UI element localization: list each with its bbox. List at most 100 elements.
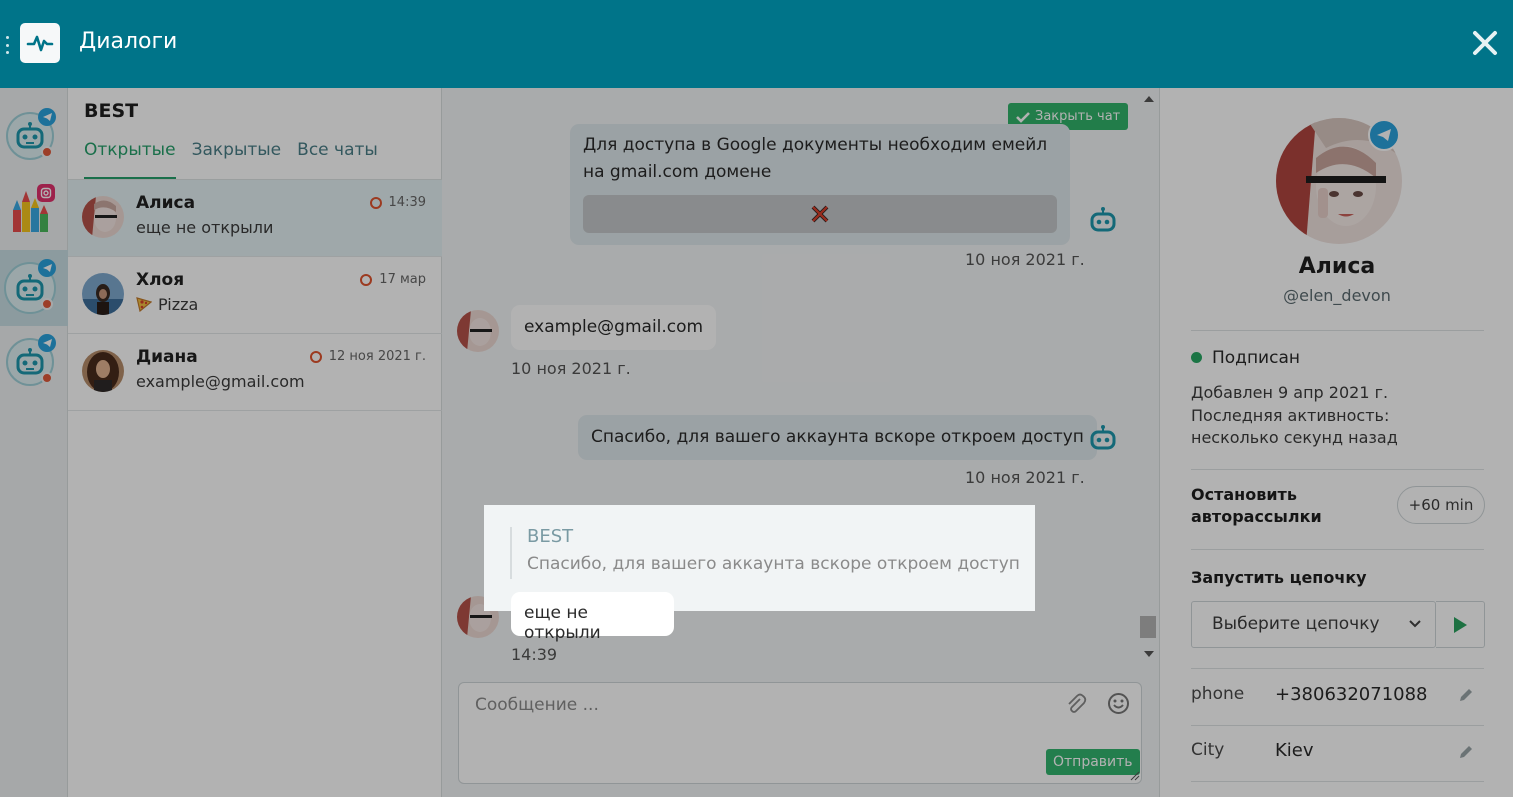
message-time: 10 ноя 2021 г. <box>965 250 1085 269</box>
telegram-icon <box>38 334 56 352</box>
message-time: 10 ноя 2021 г. <box>965 468 1085 487</box>
top-bar: Диалоги <box>0 0 1513 88</box>
close-chat-label: Закрыть чат <box>1035 109 1121 124</box>
chat-list-item[interactable]: Диана example@gmail.com 12 ноя 2021 г. <box>68 334 442 411</box>
pencil-icon[interactable] <box>1458 744 1474 760</box>
status-ring-icon <box>360 273 373 286</box>
chat-name: Диана <box>136 347 198 367</box>
message-time: 10 ноя 2021 г. <box>511 359 631 378</box>
chevron-down-icon <box>1409 620 1421 628</box>
chat-last-text: Pizza <box>158 295 199 314</box>
channel-item[interactable] <box>0 174 68 250</box>
scroll-up-icon[interactable] <box>1144 96 1154 102</box>
chat-name: Алиса <box>136 193 196 213</box>
emoji-icon[interactable] <box>1107 692 1130 715</box>
message-bubble: example@gmail.com <box>511 305 717 350</box>
subscription-status: Подписан <box>1212 348 1300 368</box>
divider <box>1191 725 1484 726</box>
avatar <box>82 273 124 315</box>
message-bubble: Для доступа в Google документы необходим… <box>570 124 1070 245</box>
chat-time-text: 14:39 <box>388 195 426 210</box>
unread-dot <box>41 146 53 158</box>
tab-all[interactable]: Все чаты <box>297 140 378 180</box>
chat-time: 14:39 <box>369 195 426 210</box>
menu-dots-icon[interactable] <box>6 36 10 54</box>
field-label: City <box>1191 740 1225 760</box>
divider <box>1191 330 1484 331</box>
status-ring-icon <box>309 350 322 363</box>
chat-last-message: example@gmail.com <box>136 372 305 391</box>
last-activity-label: Последняя активность: <box>1191 406 1390 425</box>
field-label: phone <box>1191 684 1245 704</box>
channel-item[interactable] <box>0 250 68 326</box>
avatar <box>457 310 499 352</box>
run-chain-button[interactable] <box>1436 601 1485 648</box>
message-time: 14:39 <box>511 645 558 664</box>
chat-list-item[interactable]: Алиса еще не открыли 14:39 <box>68 180 442 257</box>
message-text: еще не открыли <box>524 603 601 643</box>
message-text: Спасибо, для вашего аккаунта вскоре откр… <box>591 427 1084 447</box>
message-composer[interactable]: Сообщение ... Отправить <box>458 682 1142 784</box>
channel-item[interactable] <box>0 98 68 174</box>
chain-select-value: Выберите цепочку <box>1212 614 1380 634</box>
status-dot <box>1191 352 1202 363</box>
scrollbar-thumb[interactable] <box>1140 616 1156 638</box>
channel-item[interactable] <box>0 324 68 400</box>
bot-icon <box>1090 207 1116 232</box>
chain-label: Запустить цепочку <box>1191 568 1367 587</box>
channels-sidebar <box>0 88 68 797</box>
attach-icon[interactable] <box>1065 693 1087 715</box>
chat-time-text: 12 ноя 2021 г. <box>328 349 426 364</box>
unread-dot <box>41 298 53 310</box>
chat-last-message: еще не открыли <box>136 218 274 237</box>
play-icon <box>1454 616 1467 633</box>
message-text: example@gmail.com <box>524 317 704 337</box>
instagram-icon <box>37 184 55 202</box>
pencil-icon[interactable] <box>1458 687 1474 703</box>
message-input[interactable]: Сообщение ... <box>475 695 599 715</box>
telegram-icon <box>38 259 56 277</box>
check-icon <box>1016 111 1030 123</box>
avatar <box>82 350 124 392</box>
added-date: Добавлен 9 апр 2021 г. <box>1191 383 1389 402</box>
pulse-icon <box>26 35 54 52</box>
plus-60-button[interactable]: +60 min <box>1397 486 1485 524</box>
profile-panel: Алиса @elen_devon Подписан Добавлен 9 ап… <box>1159 88 1513 797</box>
chat-list-item[interactable]: Хлоя Pizza 17 мар <box>68 257 442 334</box>
chat-time: 17 мар <box>360 272 426 287</box>
tab-open[interactable]: Открытые <box>84 140 176 180</box>
scroll-down-icon[interactable] <box>1144 651 1154 657</box>
broken-image[interactable] <box>583 195 1057 233</box>
app-logo <box>20 23 60 63</box>
divider <box>1191 668 1484 669</box>
quote-title: BEST <box>527 526 574 547</box>
chat-area: Закрыть чат Для доступа в Google докумен… <box>442 88 1159 797</box>
workspace-name: BEST <box>84 100 139 122</box>
chat-tabs: Открытые Закрытые Все чаты <box>84 140 394 180</box>
chat-name: Хлоя <box>136 270 185 290</box>
status-ring-icon <box>369 196 382 209</box>
profile-name: Алиса <box>1298 254 1376 279</box>
divider <box>1191 549 1484 550</box>
quote-text: Спасибо, для вашего аккаунта вскоре откр… <box>527 554 1020 574</box>
telegram-icon <box>38 108 56 126</box>
field-value: +380632071088 <box>1275 684 1428 705</box>
avatar <box>82 196 124 238</box>
stop-broadcast-label: Остановить авторассылки <box>1191 485 1322 526</box>
bot-icon <box>1090 425 1116 450</box>
unread-dot <box>41 372 53 384</box>
chat-time: 12 ноя 2021 г. <box>309 349 426 364</box>
last-activity-value: несколько секунд назад <box>1191 428 1398 447</box>
broken-image-icon <box>811 205 829 223</box>
tab-closed[interactable]: Закрытые <box>192 140 282 180</box>
message-bubble: еще не открыли <box>511 592 674 643</box>
chain-select[interactable]: Выберите цепочку <box>1191 601 1436 648</box>
message-bubble: Спасибо, для вашего аккаунта вскоре откр… <box>578 415 1097 460</box>
close-icon[interactable] <box>1470 28 1500 58</box>
pizza-icon <box>136 297 153 313</box>
resize-handle-icon[interactable] <box>1130 771 1140 781</box>
app-title: Диалоги <box>79 29 178 54</box>
divider <box>1191 781 1484 782</box>
send-button[interactable]: Отправить <box>1046 749 1140 775</box>
quote-bar <box>510 527 512 579</box>
